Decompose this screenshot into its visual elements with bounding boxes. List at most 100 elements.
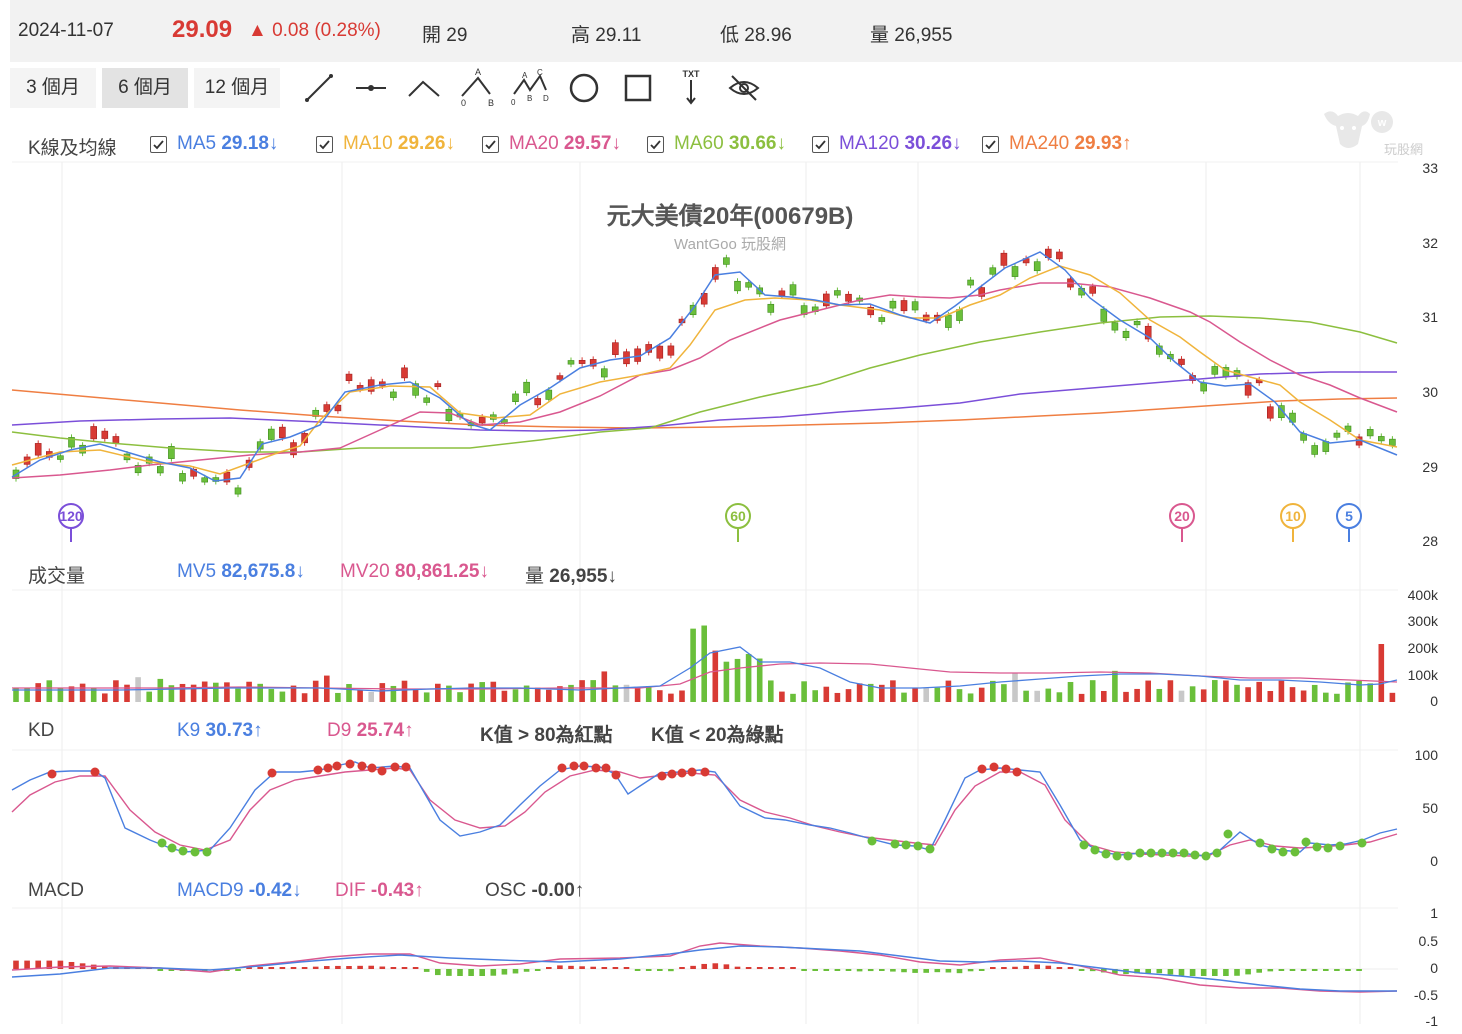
candle-body [1200, 382, 1207, 392]
volume-bar [1200, 689, 1207, 702]
osc-bar [324, 966, 330, 969]
chart-area[interactable]: 120 60 20 10 5 [0, 0, 1462, 1034]
candle-body [157, 466, 164, 474]
osc-bar [24, 960, 30, 969]
osc-bar [512, 969, 519, 974]
volume-bar [1045, 688, 1052, 702]
osc-bar [68, 961, 75, 969]
volume-bar [1256, 681, 1262, 702]
osc-bar [1345, 969, 1351, 971]
volume-bar [745, 653, 752, 702]
candle-body [612, 342, 619, 355]
osc-bar [1012, 966, 1018, 969]
candle-body [523, 381, 530, 394]
kd-red-dot [557, 763, 567, 773]
osc-bar [1256, 969, 1262, 973]
candle-body [234, 487, 242, 495]
item-name: DIF [335, 880, 366, 901]
osc-bar [890, 969, 896, 972]
volume-bar [768, 680, 774, 702]
volume-bar [912, 687, 918, 702]
osc-bar [490, 969, 497, 976]
kd-red-dot [601, 763, 611, 773]
volume-bar [590, 680, 596, 702]
item-value: 25.74 [356, 720, 405, 741]
candle-body [767, 303, 775, 313]
ma-marker-label: 60 [730, 508, 746, 524]
osc-bar [768, 967, 774, 969]
mv-item-量: 量 26,955↓ [525, 561, 617, 588]
kd-green-dot [1146, 848, 1156, 858]
kd-red-dot [569, 761, 579, 771]
volume-bar [546, 689, 552, 702]
candle-body [656, 345, 664, 359]
mv-item-mv20: MV20 80,861.25↓ [340, 561, 489, 583]
volume-bar [1167, 680, 1174, 702]
candle-body [534, 398, 542, 406]
osc-bar [1300, 969, 1307, 971]
kd-red-dot [677, 768, 687, 778]
kd-green-dot [1335, 841, 1345, 851]
kd-green-dot [1201, 851, 1211, 861]
item-value: 26,955 [549, 566, 608, 587]
volume-bar [1034, 690, 1040, 702]
candle-body [1267, 406, 1274, 419]
volume-bar [934, 687, 941, 702]
candle-body [845, 293, 852, 302]
item-value: -0.42 [248, 880, 293, 901]
kd-green-dot [901, 840, 911, 850]
volume-bar [1134, 688, 1140, 702]
osc-bar [257, 967, 263, 969]
kd-red-dot [357, 761, 367, 771]
candle-body [1033, 261, 1041, 272]
kd-red-dot [323, 763, 333, 773]
volume-bar [1056, 692, 1063, 702]
kd-red-dot [579, 761, 589, 771]
candle-body [34, 443, 42, 456]
candle-body [1333, 432, 1341, 438]
osc-bar [546, 967, 552, 969]
volume-bar [657, 690, 663, 702]
volume-bar [423, 692, 430, 702]
osc-bar [1167, 969, 1174, 975]
osc-bar [945, 969, 952, 973]
kd-green-dot [913, 841, 923, 851]
macd-y-tick: 0 [1430, 960, 1438, 976]
kd-red-dot [700, 767, 710, 777]
osc-bar [301, 967, 308, 969]
kd-item-k9: K9 30.73↑ [177, 720, 263, 742]
kd-red-dot [47, 769, 57, 779]
volume-bar [490, 681, 497, 702]
kd-item-d9: D9 25.74↑ [327, 720, 414, 742]
candle-body [267, 428, 275, 440]
osc-bar [990, 967, 996, 969]
item-arrow: ↓ [292, 880, 302, 901]
candle-body [1000, 252, 1008, 266]
volume-bar [601, 671, 608, 702]
chart-watermark: WantGoo 玩股網 [674, 236, 786, 253]
ma-marker-label: 20 [1174, 508, 1190, 524]
item-arrow: ↓ [479, 561, 489, 582]
volume-bar [990, 680, 996, 702]
osc-bar [13, 960, 19, 969]
osc-bar [1311, 969, 1318, 971]
osc-bar [668, 969, 674, 972]
kd-y-tick: 0 [1430, 853, 1438, 869]
osc-bar [1212, 969, 1218, 976]
osc-bar [534, 969, 541, 971]
osc-bar [934, 969, 941, 973]
osc-bar [1200, 969, 1207, 976]
osc-bar [912, 969, 918, 973]
osc-bar [579, 966, 585, 969]
candle-body [101, 430, 109, 439]
volume-bar [268, 689, 275, 702]
osc-bar [268, 967, 275, 969]
kd-red-dot [377, 766, 387, 776]
osc-bar [612, 967, 619, 969]
kd-red-dot [332, 761, 342, 771]
item-arrow: ↓ [295, 561, 305, 582]
kd-green-dot [1255, 838, 1265, 848]
volume-bar [945, 680, 952, 702]
macd-y-tick: -1 [1425, 1013, 1438, 1029]
volume-bar [346, 684, 352, 702]
